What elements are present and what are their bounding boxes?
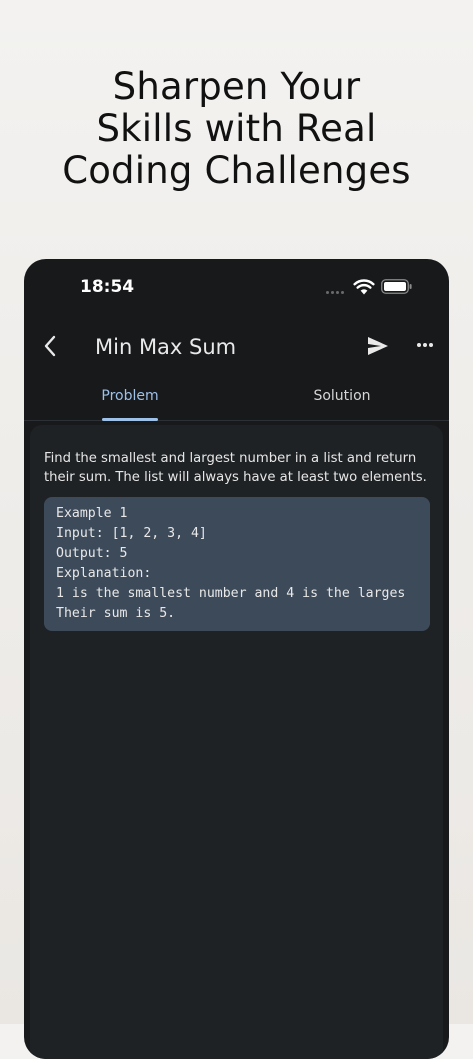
tab-bar: Problem Solution — [24, 378, 449, 421]
status-time: 18:54 — [80, 277, 135, 297]
example-line: Input: [1, 2, 3, 4] — [56, 526, 207, 541]
phone-screen: 18:54 Min Max Sum Problem Solution Find … — [24, 259, 449, 1059]
example-code-block: Example 1 Input: [1, 2, 3, 4] Output: 5 … — [44, 497, 430, 631]
tab-selected-indicator — [102, 418, 158, 421]
signal-dots-icon — [326, 291, 348, 294]
more-horizontal-icon[interactable] — [416, 340, 434, 350]
problem-card: Find the smallest and largest number in … — [30, 425, 443, 1059]
example-line: Their sum is 5. — [56, 606, 176, 621]
battery-icon — [381, 279, 412, 294]
example-line: 1 is the smallest number and 4 is the la… — [56, 586, 406, 601]
problem-description: Find the smallest and largest number in … — [44, 451, 427, 485]
wifi-icon — [353, 279, 375, 295]
tab-solution[interactable]: Solution — [236, 378, 448, 420]
headline-line-1: Sharpen Your — [112, 65, 361, 108]
example-line: Example 1 — [56, 506, 128, 521]
screen-title: Min Max Sum — [95, 335, 237, 359]
example-line: Output: 5 — [56, 546, 128, 561]
headline-line-2: Skills with Real — [96, 107, 377, 150]
headline-line-3: Coding Challenges — [62, 149, 411, 192]
send-icon[interactable] — [366, 335, 390, 357]
marketing-headline: Sharpen Your Skills with Real Coding Cha… — [0, 66, 473, 192]
example-line: Explanation: — [56, 566, 152, 581]
back-chevron-icon[interactable] — [40, 333, 62, 359]
tab-problem[interactable]: Problem — [24, 378, 236, 420]
